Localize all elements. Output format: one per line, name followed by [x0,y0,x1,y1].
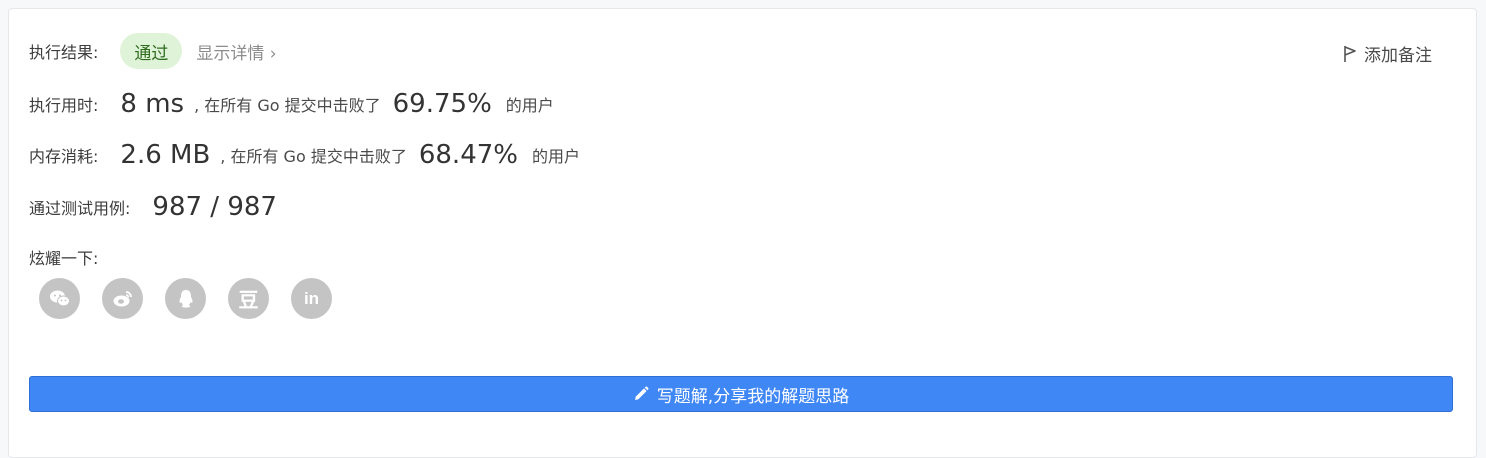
write-solution-button[interactable]: 写题解,分享我的解题思路 [29,376,1453,412]
result-label: 执行结果: [29,43,99,62]
memory-row: 内存消耗: 2.6 MB , 在所有 Go 提交中击败了 68.47% 的用户 [29,140,580,170]
share-icons: 豆 in [39,278,332,319]
douban-icon[interactable]: 豆 [228,278,269,319]
tests-label: 通过测试用例: [29,199,131,218]
pencil-icon [633,386,649,402]
douban-glyph: 豆 [238,288,259,312]
tests-row: 通过测试用例: 987 / 987 [29,192,277,222]
memory-value: 2.6 MB [120,140,211,170]
qq-icon[interactable] [165,278,206,319]
share-row: 炫耀一下: [29,245,98,269]
runtime-label: 执行用时: [29,96,99,115]
runtime-row: 执行用时: 8 ms , 在所有 Go 提交中击败了 69.75% 的用户 [29,89,554,119]
weibo-icon[interactable] [102,278,143,319]
linkedin-glyph: in [303,288,320,308]
share-label: 炫耀一下: [29,249,99,268]
memory-percent: 68.47% [418,140,518,170]
wechat-icon[interactable] [39,278,80,319]
runtime-value: 8 ms [120,89,185,119]
submission-result-card: 执行结果: 通过 显示详情 › 添加备注 执行用时: 8 ms , 在所有 Go… [8,8,1477,458]
show-details-link[interactable]: 显示详情 › [196,39,276,64]
result-row: 执行结果: 通过 显示详情 › [29,33,277,69]
add-note-label: 添加备注 [1364,46,1432,66]
memory-suffix: 的用户 [531,147,580,166]
runtime-beat-text: , 在所有 Go 提交中击败了 [194,96,381,115]
status-badge: 通过 [120,33,183,69]
add-note-button[interactable]: 添加备注 [1342,41,1432,66]
memory-beat-text: , 在所有 Go 提交中击败了 [220,147,407,166]
runtime-suffix: 的用户 [505,96,554,115]
tests-value: 987 / 987 [152,192,277,222]
write-solution-label: 写题解,分享我的解题思路 [656,386,850,407]
linkedin-icon[interactable]: in [291,278,332,319]
memory-label: 内存消耗: [29,147,99,166]
runtime-percent: 69.75% [392,89,492,119]
flag-icon [1342,45,1358,63]
